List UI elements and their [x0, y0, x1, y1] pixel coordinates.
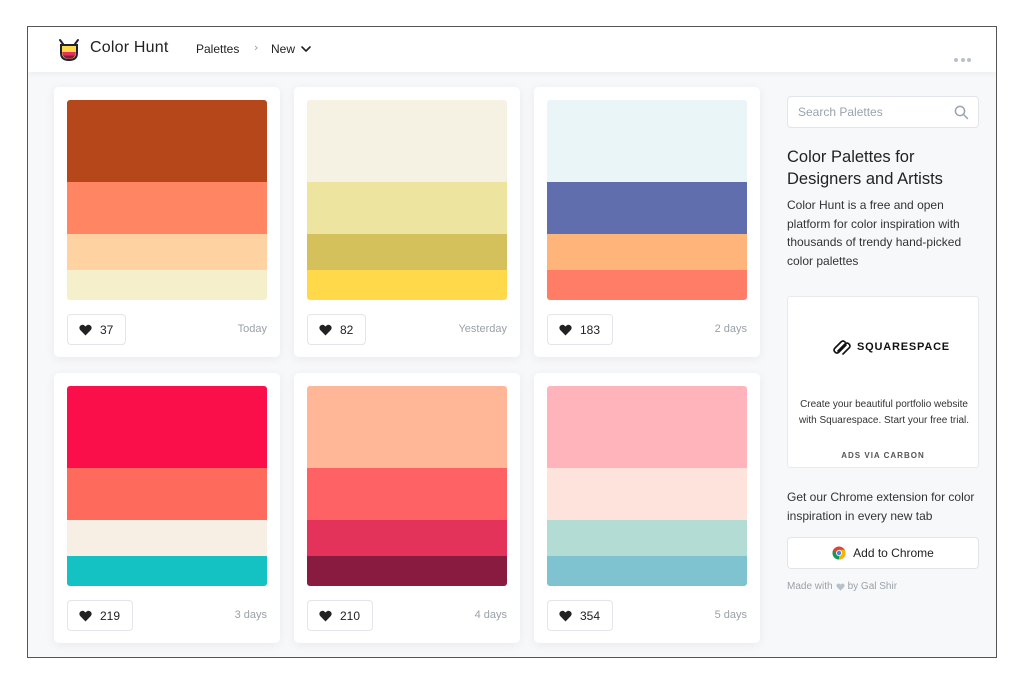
ad-logo[interactable]: SQUARESPACE	[832, 339, 950, 355]
palette-card[interactable]: 219 3 days	[54, 373, 280, 643]
more-menu-icon[interactable]	[954, 47, 976, 62]
color-swatch[interactable]	[307, 468, 507, 520]
color-swatch[interactable]	[547, 100, 747, 182]
like-count: 37	[100, 322, 114, 337]
palette-card[interactable]: 210 4 days	[294, 373, 520, 643]
color-swatch[interactable]	[547, 182, 747, 234]
nav-sort-new[interactable]: New	[271, 42, 295, 56]
color-palette[interactable]	[307, 386, 507, 586]
color-swatch[interactable]	[67, 520, 267, 556]
palette-card[interactable]: 37 Today	[54, 87, 280, 357]
like-count: 219	[100, 608, 121, 623]
color-swatch[interactable]	[547, 270, 747, 300]
brand-name[interactable]: Color Hunt	[90, 39, 168, 57]
palette-card[interactable]: 354 5 days	[534, 373, 760, 643]
top-bar: Color Hunt Palettes › New	[28, 27, 996, 72]
made-with-author[interactable]: by Gal Shir	[848, 581, 897, 592]
color-palette[interactable]	[547, 100, 747, 300]
breadcrumb-separator: ›	[254, 41, 259, 54]
logo-icon[interactable]	[58, 38, 80, 62]
sidebar-title: Color Palettes for Designers and Artists	[787, 148, 943, 188]
heart-icon	[319, 324, 332, 335]
color-palette[interactable]	[307, 100, 507, 300]
chrome-icon	[832, 546, 846, 560]
heart-icon	[559, 324, 572, 335]
like-count: 183	[580, 322, 601, 337]
ad-via-carbon[interactable]: ADS VIA CARBON	[788, 451, 978, 460]
color-swatch[interactable]	[307, 182, 507, 234]
color-swatch[interactable]	[307, 556, 507, 586]
carbon-ad[interactable]: SQUARESPACE Create your beautiful portfo…	[787, 296, 979, 468]
squarespace-logo-icon	[833, 340, 851, 355]
like-button[interactable]: 82	[307, 314, 367, 345]
color-swatch[interactable]	[307, 234, 507, 270]
color-swatch[interactable]	[67, 556, 267, 586]
color-swatch[interactable]	[547, 386, 747, 468]
like-count: 82	[340, 322, 354, 337]
made-with-credit: Made with by Gal Shir	[787, 581, 897, 592]
search-box[interactable]	[787, 96, 979, 128]
add-to-chrome-label: Add to Chrome	[853, 546, 934, 560]
color-swatch[interactable]	[307, 100, 507, 182]
color-swatch[interactable]	[67, 234, 267, 270]
color-swatch[interactable]	[547, 556, 747, 586]
app-frame: Color Hunt Palettes › New 37 Today 82 Yeste…	[27, 26, 997, 658]
color-palette[interactable]	[67, 100, 267, 300]
like-count: 210	[340, 608, 361, 623]
nav-palettes[interactable]: Palettes	[196, 42, 239, 56]
color-swatch[interactable]	[547, 520, 747, 556]
color-swatch[interactable]	[67, 270, 267, 300]
color-swatch[interactable]	[307, 386, 507, 468]
color-swatch[interactable]	[547, 234, 747, 270]
color-swatch[interactable]	[67, 468, 267, 520]
heart-icon	[835, 582, 845, 591]
extension-promo-text: Get our Chrome extension for color inspi…	[787, 490, 975, 523]
like-count: 354	[580, 608, 601, 623]
made-with-prefix: Made with	[787, 581, 833, 592]
heart-icon	[319, 610, 332, 621]
heart-icon	[79, 324, 92, 335]
like-button[interactable]: 219	[67, 600, 134, 631]
color-palette[interactable]	[547, 386, 747, 586]
like-button[interactable]: 183	[547, 314, 614, 345]
palette-date: Today	[237, 323, 267, 335]
color-swatch[interactable]	[547, 468, 747, 520]
search-icon[interactable]	[954, 105, 969, 120]
like-button[interactable]: 354	[547, 600, 614, 631]
palette-card[interactable]: 183 2 days	[534, 87, 760, 357]
palette-date: 3 days	[234, 609, 267, 621]
palette-date: 4 days	[474, 609, 507, 621]
search-input[interactable]	[788, 97, 948, 127]
palette-date: 2 days	[714, 323, 747, 335]
color-swatch[interactable]	[67, 386, 267, 468]
color-swatch[interactable]	[67, 100, 267, 182]
heart-icon	[79, 610, 92, 621]
chevron-down-icon[interactable]	[300, 44, 312, 54]
like-button[interactable]: 37	[67, 314, 127, 345]
color-swatch[interactable]	[307, 270, 507, 300]
like-button[interactable]: 210	[307, 600, 374, 631]
color-swatch[interactable]	[67, 182, 267, 234]
palette-date: 5 days	[714, 609, 747, 621]
ad-text[interactable]: Create your beautiful portfolio website …	[796, 397, 972, 428]
sidebar-description: Color Hunt is a free and open platform f…	[787, 198, 962, 268]
add-to-chrome-button[interactable]: Add to Chrome	[787, 537, 979, 569]
ad-brand: SQUARESPACE	[857, 341, 950, 353]
color-swatch[interactable]	[307, 520, 507, 556]
color-palette[interactable]	[67, 386, 267, 586]
palette-date: Yesterday	[458, 323, 507, 335]
heart-icon	[559, 610, 572, 621]
palette-card[interactable]: 82 Yesterday	[294, 87, 520, 357]
